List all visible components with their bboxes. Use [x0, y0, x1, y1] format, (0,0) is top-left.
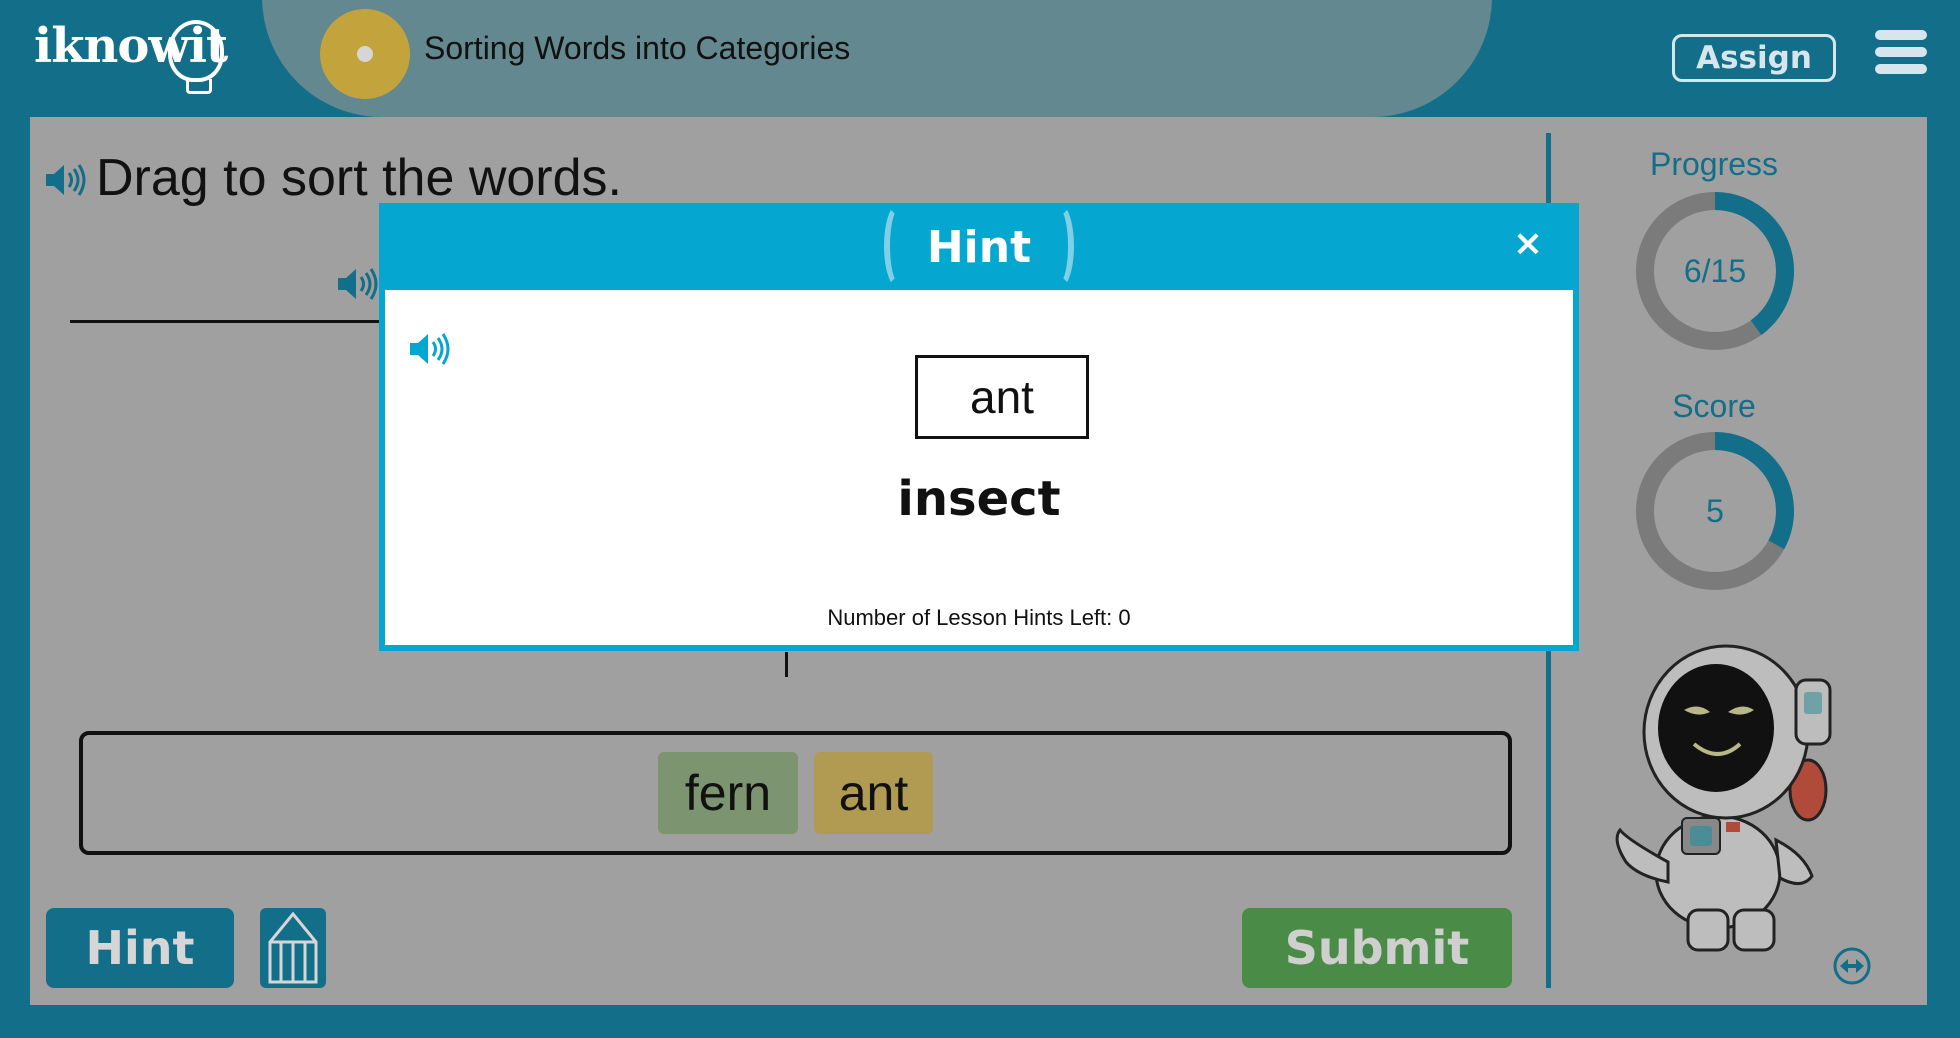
modal-body — [385, 290, 1573, 645]
hint-category: insect — [897, 471, 1061, 527]
progress-value: 6/15 — [1683, 252, 1747, 289]
modal-title: Hint — [926, 221, 1032, 273]
hint-modal: Hint × ant insect Number of Lesson Hints… — [379, 203, 1579, 651]
close-icon[interactable]: × — [1511, 226, 1545, 262]
word-tile-fern[interactable]: fern — [658, 752, 798, 834]
menu-icon[interactable] — [1875, 30, 1927, 74]
logo-bulb-icon — [168, 20, 224, 94]
top-bar: iknowit Sorting Words into Categories As… — [0, 0, 1960, 117]
progress-label: Progress — [1649, 146, 1779, 182]
swap-icon[interactable] — [1832, 946, 1872, 986]
score-value: 5 — [1706, 492, 1724, 529]
lesson-title: Sorting Words into Categories — [424, 30, 851, 66]
lesson-icon — [320, 9, 410, 99]
word-tile-ant[interactable]: ant — [814, 752, 933, 834]
instruction-text: Drag to sort the words. — [96, 149, 622, 207]
hints-left-text: Number of Lesson Hints Left: 0 — [827, 605, 1131, 630]
pencil-button[interactable] — [260, 908, 326, 988]
column-separator — [785, 652, 788, 677]
menu-bar — [1875, 64, 1927, 74]
category-column-divider — [70, 320, 400, 323]
assign-button[interactable]: Assign — [1672, 34, 1836, 82]
pencil-icon — [268, 911, 318, 984]
robot-mascot — [1615, 644, 1832, 952]
menu-bar — [1875, 47, 1927, 57]
category-speaker-icon[interactable] — [336, 264, 380, 304]
score-label: Score — [1672, 388, 1756, 424]
progress-ring: 6/15 — [1632, 188, 1798, 354]
hint-button[interactable]: Hint — [46, 908, 234, 988]
hint-word: ant — [915, 355, 1089, 439]
menu-bar — [1875, 30, 1927, 40]
speaker-icon[interactable] — [44, 160, 88, 200]
submit-button[interactable]: Submit — [1242, 908, 1512, 988]
score-ring: 5 — [1632, 428, 1798, 594]
hint-speaker-icon[interactable] — [407, 329, 453, 369]
